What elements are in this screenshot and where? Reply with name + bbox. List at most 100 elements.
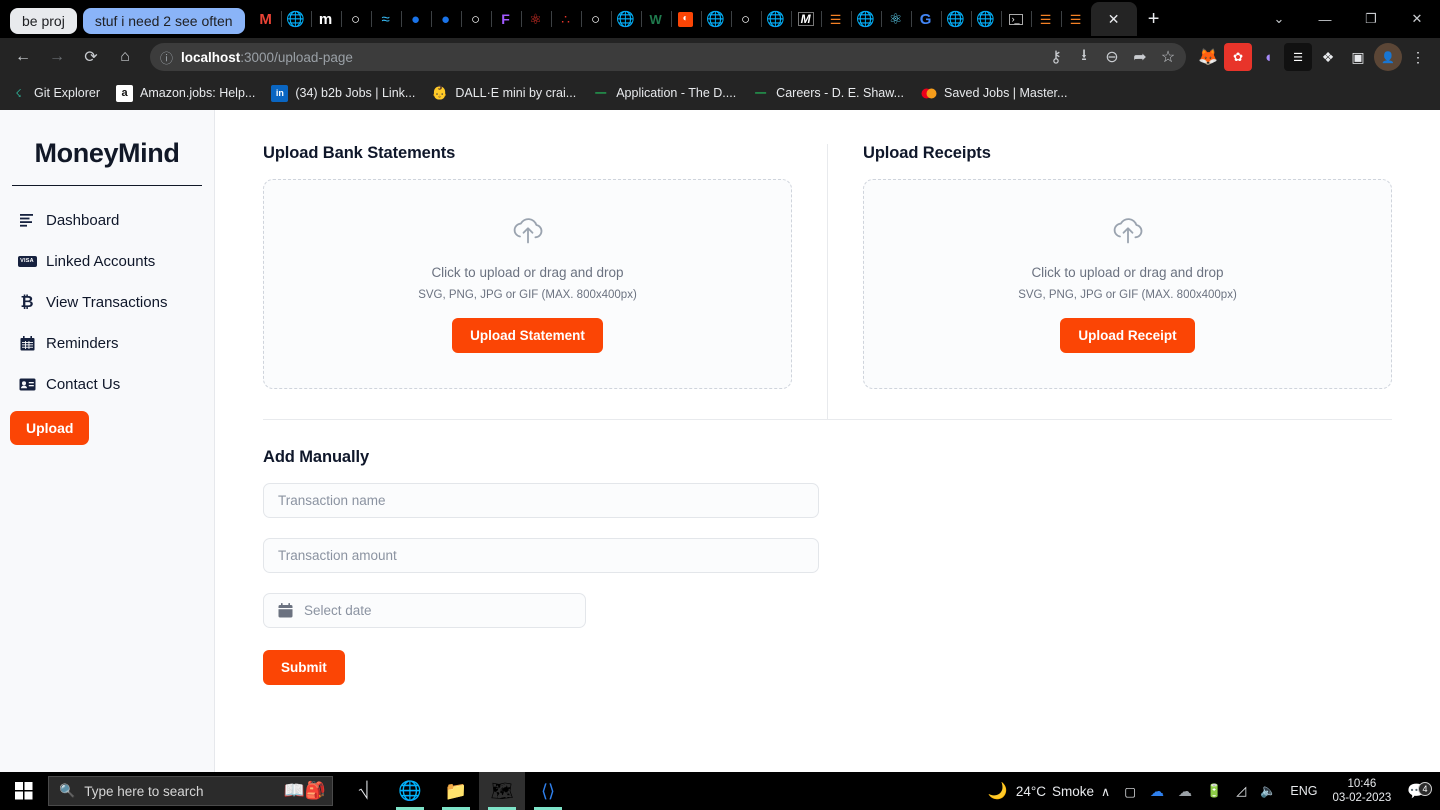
tab-group-stuff-i-need[interactable]: stuf i need 2 see often xyxy=(82,8,245,34)
tab-search-button[interactable]: ⌄ xyxy=(1256,0,1302,38)
transaction-date-field[interactable] xyxy=(263,593,586,628)
transaction-name-field[interactable] xyxy=(263,483,819,518)
sidebar-item-view-transactions[interactable]: ₿ View Transactions xyxy=(0,282,214,323)
bookmark-star-icon[interactable]: ☆ xyxy=(1154,44,1182,70)
language-indicator[interactable]: ENG xyxy=(1283,772,1324,810)
tab-github-4[interactable]: ○ xyxy=(730,2,761,36)
tab-react[interactable]: ⚛ xyxy=(880,2,911,36)
sidebar-item-dashboard[interactable]: Dashboard xyxy=(0,200,214,241)
back-button[interactable]: ← xyxy=(8,42,38,72)
minimize-button[interactable]: — xyxy=(1302,0,1348,38)
tab-react-router[interactable]: ⚛ xyxy=(520,2,551,36)
forward-button[interactable]: → xyxy=(42,42,72,72)
chrome-menu-icon[interactable]: ⋮ xyxy=(1404,43,1432,71)
upload-statement-button[interactable]: Upload Statement xyxy=(452,317,603,353)
windows-start-icon[interactable] xyxy=(0,772,48,810)
taskbar-file-explorer-icon[interactable]: 📁 xyxy=(433,772,479,810)
address-bar[interactable]: ⓘ localhost:3000/upload-page ⚷ ⭳ ⊖ ➦ ☆ xyxy=(150,43,1186,71)
tab-active-upload-page[interactable]: ✕ xyxy=(1090,2,1137,36)
purple-extension-icon[interactable]: ◖ xyxy=(1254,43,1282,71)
puzzle-extensions-icon[interactable]: ❖ xyxy=(1314,43,1342,71)
tab-blue-1[interactable]: ● xyxy=(400,2,431,36)
tab-globe-1[interactable]: 🌐 xyxy=(280,2,311,36)
show-hidden-icons-chevron[interactable]: ∧ xyxy=(1094,772,1117,810)
tab-globe-4[interactable]: 🌐 xyxy=(760,2,791,36)
tab-globe-5[interactable]: 🌐 xyxy=(850,2,881,36)
transaction-date-input[interactable] xyxy=(304,603,571,618)
receipt-dropzone[interactable]: Click to upload or drag and drop SVG, PN… xyxy=(863,179,1392,389)
tab-stackoverflow-1[interactable]: ☰ xyxy=(820,2,851,36)
password-key-icon[interactable]: ⚷ xyxy=(1042,44,1070,70)
tab-tailwind[interactable]: ≈ xyxy=(370,2,401,36)
transaction-amount-field[interactable] xyxy=(263,538,819,573)
tab-github-1[interactable]: ○ xyxy=(340,2,371,36)
bookmark-careers-de-shaw[interactable]: — Careers - D. E. Shaw... xyxy=(752,85,904,102)
cloud-upload-icon xyxy=(1111,216,1145,251)
taskbar-edge-icon[interactable]: 🌐 xyxy=(387,772,433,810)
zoom-out-icon[interactable]: ⊖ xyxy=(1098,44,1126,70)
onedrive-grey-icon[interactable]: ☁ xyxy=(1171,772,1199,810)
tab-globe-2[interactable]: 🌐 xyxy=(610,2,641,36)
tab-globe-3[interactable]: 🌐 xyxy=(700,2,731,36)
upload-receipt-button[interactable]: Upload Receipt xyxy=(1060,317,1195,353)
taskbar-weather[interactable]: 🌙 24°C Smoke xyxy=(988,781,1094,801)
bank-statement-dropzone[interactable]: Click to upload or drag and drop SVG, PN… xyxy=(263,179,792,389)
battery-icon[interactable]: 🔋 xyxy=(1199,772,1229,810)
sidebar-item-reminders[interactable]: Reminders xyxy=(0,323,214,364)
sidebar-item-contact-us[interactable]: Contact Us xyxy=(0,364,214,405)
camera-icon[interactable]: ▢ xyxy=(1117,772,1143,810)
sidebar-upload-button[interactable]: Upload xyxy=(10,411,90,445)
wifi-icon[interactable]: ◿ xyxy=(1229,772,1253,810)
onedrive-icon[interactable]: ☁ xyxy=(1143,772,1171,810)
volume-icon[interactable]: 🔈 xyxy=(1253,772,1283,810)
close-window-button[interactable]: ✕ xyxy=(1394,0,1440,38)
sidebar-item-linked-accounts[interactable]: VISA Linked Accounts xyxy=(0,241,214,282)
taskbar-vscode-icon[interactable]: ⟨⟩ xyxy=(525,772,571,810)
tab-terminal[interactable]: ›_ xyxy=(1000,2,1031,36)
tab-stackoverflow-2[interactable]: ☰ xyxy=(1030,2,1061,36)
bookmark-dalle-mini[interactable]: 👶 DALL·E mini by crai... xyxy=(431,85,576,102)
transaction-amount-input[interactable] xyxy=(278,548,804,563)
tab-redux[interactable]: ∴ xyxy=(550,2,581,36)
tab-github-2[interactable]: ○ xyxy=(460,2,491,36)
tab-google[interactable]: G xyxy=(910,2,941,36)
taskbar-clock[interactable]: 10:46 03-02-2023 xyxy=(1324,777,1399,806)
new-tab-button[interactable]: + xyxy=(1137,2,1171,36)
tab-medium-2[interactable]: M xyxy=(790,2,821,36)
side-panel-icon[interactable]: ▣ xyxy=(1344,43,1372,71)
maximize-button[interactable]: ❐ xyxy=(1348,0,1394,38)
github-icon: ○ xyxy=(591,10,601,28)
bookmark-amazon-jobs[interactable]: a Amazon.jobs: Help... xyxy=(116,84,255,102)
tab-globe-7[interactable]: 🌐 xyxy=(970,2,1001,36)
submit-button[interactable]: Submit xyxy=(263,650,345,685)
tab-group-be-proj[interactable]: be proj xyxy=(10,8,77,34)
metamask-extension-icon[interactable]: 🦊 xyxy=(1194,43,1222,71)
tab-globe-6[interactable]: 🌐 xyxy=(940,2,971,36)
reload-button[interactable]: ⟳ xyxy=(76,42,106,72)
tab-gmail[interactable]: M xyxy=(251,2,281,36)
share-icon[interactable]: ➦ xyxy=(1126,44,1154,70)
transaction-name-input[interactable] xyxy=(278,493,804,508)
notifications-icon[interactable]: 💬 4 xyxy=(1399,782,1434,800)
tab-medium[interactable]: m xyxy=(310,2,341,36)
task-view-icon[interactable]: ⎷ xyxy=(341,772,387,810)
tab-orange-app[interactable]: ◐ xyxy=(670,2,701,36)
bookmark-saved-jobs-mastercard[interactable]: Saved Jobs | Master... xyxy=(920,85,1067,102)
tab-figma[interactable]: F xyxy=(490,2,521,36)
taskbar-chrome-icon[interactable]: 🗺 xyxy=(479,772,525,810)
tab-stackoverflow-3[interactable]: ☰ xyxy=(1060,2,1091,36)
tab-webflow[interactable]: W xyxy=(640,2,671,36)
bookmark-git-explorer[interactable]: ☇ Git Explorer xyxy=(10,85,100,102)
notes-extension-icon[interactable]: ☰ xyxy=(1284,43,1312,71)
close-icon[interactable]: ✕ xyxy=(1108,12,1120,26)
tab-github-3[interactable]: ○ xyxy=(580,2,611,36)
red-extension-icon[interactable]: ✿ xyxy=(1224,43,1252,71)
tab-blue-2[interactable]: ● xyxy=(430,2,461,36)
taskbar-search-box[interactable]: 🔍 Type here to search 📖🎒 xyxy=(48,776,333,806)
home-button[interactable]: ⌂ xyxy=(110,42,140,72)
profile-avatar[interactable]: 👤 xyxy=(1374,43,1402,71)
install-app-icon[interactable]: ⭳ xyxy=(1070,44,1098,70)
bookmark-application-the-d[interactable]: — Application - The D.... xyxy=(592,85,736,102)
bookmark-linkedin[interactable]: in (34) b2b Jobs | Link... xyxy=(271,84,415,102)
site-info-icon[interactable]: ⓘ xyxy=(160,48,173,67)
